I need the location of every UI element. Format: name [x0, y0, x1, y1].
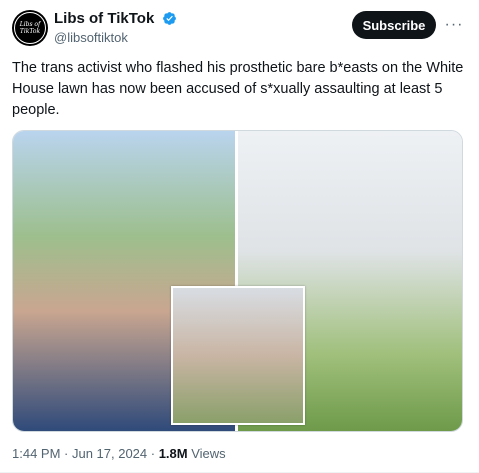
- author-name-block: Libs of TikTok @libsoftiktok: [54, 10, 177, 45]
- avatar-logo: Libs of TikTok: [14, 12, 46, 44]
- author-display-name[interactable]: Libs of TikTok: [54, 10, 154, 27]
- avatar-text-line1: Libs of: [19, 21, 41, 28]
- author-handle[interactable]: @libsoftiktok: [54, 30, 177, 45]
- more-horizontal-icon[interactable]: ···: [444, 16, 464, 34]
- avatar-text-line2: TikTok: [19, 28, 41, 35]
- media-photo-inset[interactable]: [171, 286, 305, 425]
- post-header: Libs of TikTok Libs of TikTok @libsoftik…: [12, 8, 467, 48]
- avatar[interactable]: Libs of TikTok: [12, 10, 48, 46]
- post-timestamp[interactable]: 1:44 PM · Jun 17, 2024 ·: [12, 446, 159, 461]
- media-grid[interactable]: [12, 130, 463, 432]
- subscribe-button[interactable]: Subscribe: [352, 11, 436, 39]
- post-meta: 1:44 PM · Jun 17, 2024 · 1.8M Views: [12, 446, 226, 461]
- views-count: 1.8M: [158, 446, 188, 461]
- views-label: Views: [187, 446, 226, 461]
- post-text: The trans activist who flashed his prost…: [12, 60, 464, 118]
- verified-badge-icon: [162, 12, 176, 26]
